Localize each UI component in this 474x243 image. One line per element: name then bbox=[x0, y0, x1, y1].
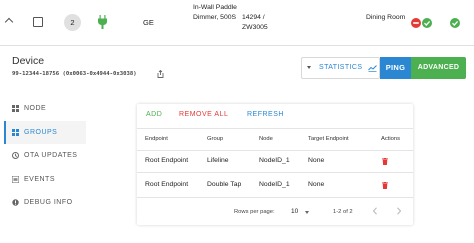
column-header-group: Group bbox=[207, 136, 224, 142]
device-title: Device bbox=[12, 55, 45, 67]
statistics-button[interactable]: STATISTICS bbox=[301, 57, 380, 79]
pagination-range: 1-2 of 2 bbox=[333, 209, 353, 215]
chevron-right-icon[interactable] bbox=[396, 207, 402, 215]
cell-endpoint: Root Endpoint bbox=[145, 181, 189, 188]
delete-icon[interactable] bbox=[382, 182, 388, 189]
manufacturer: GE bbox=[143, 18, 154, 27]
cell-node: NodeID_1 bbox=[259, 157, 290, 164]
product-code: 14294 / ZW3005 bbox=[242, 14, 268, 31]
column-header-actions: Actions bbox=[381, 136, 401, 142]
cell-target: None bbox=[308, 181, 325, 188]
list-icon bbox=[12, 175, 19, 183]
refresh-button[interactable]: REFRESH bbox=[247, 111, 284, 118]
tab-debug-info[interactable]: DEBUG INFO bbox=[4, 191, 86, 215]
location: Dining Room bbox=[366, 14, 406, 21]
cell-endpoint: Root Endpoint bbox=[145, 157, 189, 164]
bug-icon bbox=[12, 199, 19, 206]
caret-down-icon bbox=[307, 66, 311, 69]
column-header-target-endpoint: Target Endpoint bbox=[308, 136, 349, 142]
divider bbox=[137, 128, 413, 129]
copy-icon[interactable] bbox=[157, 70, 164, 78]
grid-icon bbox=[12, 105, 19, 112]
tab-label: GROUPS bbox=[24, 128, 58, 136]
device-tabs: NODE GROUPS OTA UPDATES EVENTS DEBUG INF… bbox=[4, 97, 86, 215]
tab-label: NODE bbox=[24, 105, 47, 112]
rows-per-page-select[interactable]: 10 bbox=[291, 208, 298, 215]
ping-button[interactable]: PING bbox=[380, 57, 411, 79]
column-header-node: Node bbox=[259, 136, 273, 142]
select-checkbox[interactable] bbox=[33, 17, 43, 27]
groups-icon bbox=[12, 128, 19, 136]
groups-panel: ADD REMOVE ALL REFRESH Endpoint Group No… bbox=[137, 104, 413, 225]
caret-down-icon[interactable] bbox=[305, 211, 309, 214]
chart-icon bbox=[368, 65, 377, 72]
plug-icon bbox=[98, 15, 107, 29]
tab-ota-updates[interactable]: OTA UPDATES bbox=[4, 144, 86, 168]
chevron-up-icon[interactable] bbox=[4, 17, 14, 27]
block-icon bbox=[411, 18, 421, 28]
tab-node[interactable]: NODE bbox=[4, 97, 86, 121]
device-row[interactable]: 2 GE In-Wall Paddle Dimmer, 500S 14294 /… bbox=[0, 0, 474, 46]
tab-label: OTA UPDATES bbox=[24, 152, 78, 159]
cell-target: None bbox=[308, 157, 325, 164]
tab-events[interactable]: EVENTS bbox=[4, 168, 86, 192]
advanced-button[interactable]: ADVANCED bbox=[411, 57, 466, 79]
cell-group: Double Tap bbox=[207, 181, 242, 188]
tab-label: DEBUG INFO bbox=[24, 199, 73, 206]
tab-groups[interactable]: GROUPS bbox=[4, 120, 86, 144]
statistics-label: STATISTICS bbox=[319, 64, 363, 71]
device-identifier: 99-12344-18756 (0x0063-0x4944-0x3038) bbox=[12, 71, 137, 77]
delete-icon[interactable] bbox=[382, 158, 388, 165]
rows-per-page-label: Rows per page: bbox=[234, 209, 275, 215]
check-circle-icon bbox=[450, 18, 460, 28]
remove-all-button[interactable]: REMOVE ALL bbox=[179, 111, 228, 118]
divider bbox=[137, 150, 413, 151]
tab-label: EVENTS bbox=[24, 175, 56, 183]
cell-group: Lifeline bbox=[207, 157, 229, 164]
column-header-endpoint: Endpoint bbox=[145, 136, 168, 142]
chevron-left-icon[interactable] bbox=[372, 207, 378, 215]
check-circle-icon bbox=[422, 18, 432, 28]
divider bbox=[137, 197, 413, 198]
cell-node: NodeID_1 bbox=[259, 181, 290, 188]
update-icon bbox=[12, 152, 19, 159]
divider bbox=[137, 172, 413, 173]
product-name: In-Wall Paddle Dimmer, 500S bbox=[193, 4, 237, 21]
add-button[interactable]: ADD bbox=[146, 111, 162, 118]
node-id-badge: 2 bbox=[64, 14, 81, 31]
